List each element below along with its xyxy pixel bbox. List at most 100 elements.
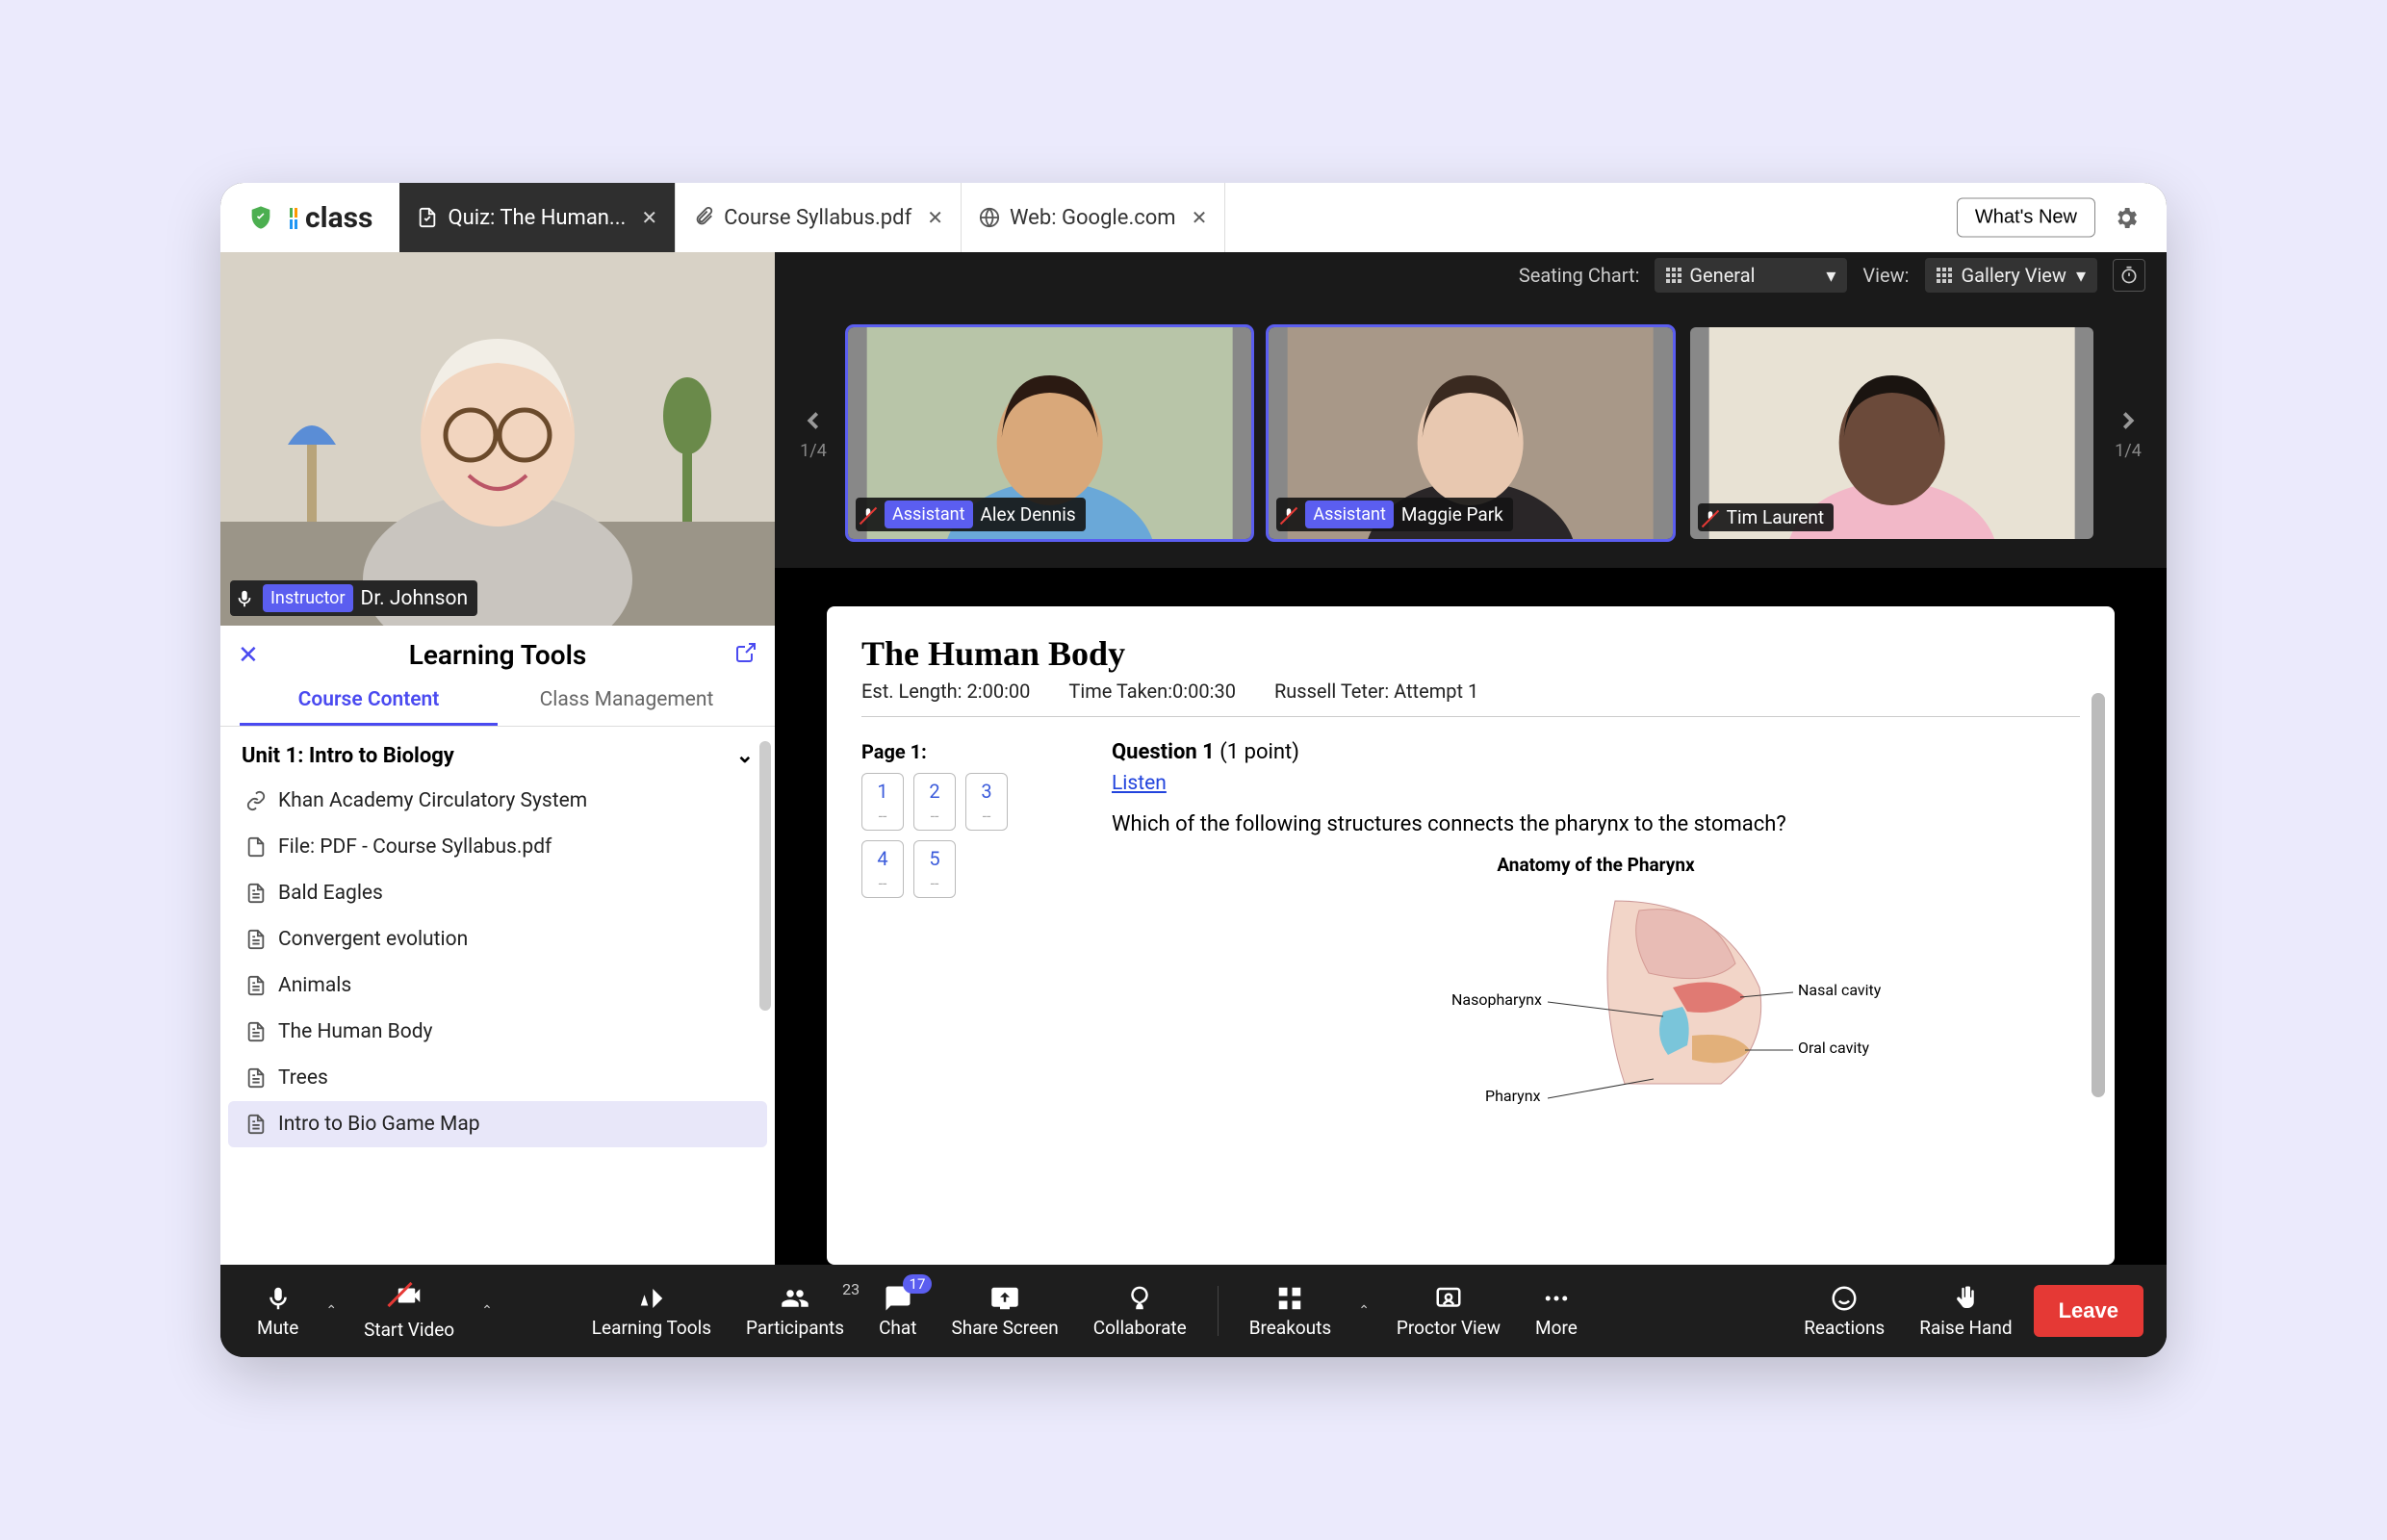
question-title: Question 1 (1 point) [1112,740,2080,764]
quiz-body: Page 1: 1--2--3--4--5-- Question 1 (1 po… [861,740,2080,1113]
question-text: Which of the following structures connec… [1112,812,2080,836]
share-screen-button[interactable]: Share Screen [937,1284,1071,1339]
tab-course-content[interactable]: Course Content [240,677,498,726]
leave-button[interactable]: Leave [2034,1285,2143,1337]
video-tile[interactable]: Assistant Alex Dennis [848,327,1251,539]
view-select[interactable]: Gallery View ▾ [1925,258,2098,293]
participant-name: Alex Dennis [981,503,1076,526]
close-icon[interactable]: ✕ [641,206,657,229]
attempt-info: Russell Teter: Attempt 1 [1274,680,1478,703]
brand-name: class [305,201,372,235]
breakouts-button[interactable]: Breakouts [1236,1284,1345,1339]
shield-icon [247,204,274,231]
content-item[interactable]: Intro to Bio Game Map [228,1101,767,1147]
start-video-button[interactable]: Start Video [350,1281,468,1341]
page-indicator: 1/4 [800,441,827,461]
content-item-label: Intro to Bio Game Map [278,1113,480,1136]
tab-class-management[interactable]: Class Management [498,677,756,726]
chat-button[interactable]: 17 Chat [865,1284,930,1339]
more-label: More [1535,1317,1578,1339]
content-item[interactable]: Bald Eagles [228,870,767,916]
instructor-name-pill: Instructor Dr. Johnson [230,580,477,616]
question-number-button[interactable]: 2-- [913,773,956,831]
anatomy-diagram: Nasopharynx Nasal cavity Oral cavity Pha… [1112,882,2080,1113]
content-item[interactable]: The Human Body [228,1009,767,1055]
question-number-button[interactable]: 4-- [861,840,904,898]
scrollbar[interactable] [759,741,771,1011]
quiz-title: The Human Body [861,633,2080,674]
scrollbar[interactable] [2092,693,2105,1097]
tile-name-pill: Assistant Alex Dennis [856,498,1086,531]
tile-name-pill: AssistantMaggie Park [1276,498,1512,531]
content-item-label: Animals [278,974,351,997]
tab-web[interactable]: Web: Google.com ✕ [962,183,1225,252]
gallery-next[interactable]: 1/4 [2109,406,2147,461]
top-bar: class Quiz: The Human... ✕ Course Syllab… [220,183,2167,252]
close-icon[interactable]: ✕ [238,641,259,670]
learning-tools-button[interactable]: Learning Tools [578,1284,725,1339]
left-column: Instructor Dr. Johnson ✕ Learning Tools … [220,252,775,1265]
more-button[interactable]: More [1522,1284,1591,1339]
content-item-label: File: PDF - Course Syllabus.pdf [278,835,552,859]
label-pharynx: Pharynx [1485,1087,1541,1105]
learning-tools-header: ✕ Learning Tools [220,626,775,677]
gear-icon[interactable] [2113,204,2140,231]
seating-chart-label: Seating Chart: [1519,264,1640,287]
whats-new-button[interactable]: What's New [1957,198,2095,238]
proctor-view-button[interactable]: Proctor View [1383,1284,1514,1339]
gallery-prev[interactable]: 1/4 [794,406,833,461]
main-content: The Human Body Est. Length: 2:00:00 Time… [775,568,2167,1265]
tab-syllabus[interactable]: Course Syllabus.pdf ✕ [676,183,962,252]
bottom-toolbar: Mute ⌃ Start Video ⌃ Learning Tools 23 P… [220,1265,2167,1357]
video-tile[interactable]: Tim Laurent [1690,327,2093,539]
raise-hand-label: Raise Hand [1919,1317,2012,1339]
raise-hand-button[interactable]: Raise Hand [1906,1284,2025,1339]
diagram-title: Anatomy of the Pharynx [1112,854,2080,876]
breakouts-caret[interactable]: ⌃ [1352,1303,1375,1319]
app-window: class Quiz: The Human... ✕ Course Syllab… [220,183,2167,1357]
video-caret[interactable]: ⌃ [475,1303,499,1319]
time-taken-value: 0:00:30 [1172,680,1236,703]
content-item[interactable]: Animals [228,962,767,1009]
participant-name: Maggie Park [1401,503,1503,526]
question-column: Question 1 (1 point) Listen Which of the… [1112,740,2080,1113]
reactions-button[interactable]: Reactions [1790,1284,1898,1339]
popout-icon[interactable] [734,641,757,668]
instructor-video[interactable]: Instructor Dr. Johnson [220,252,775,626]
mute-caret[interactable]: ⌃ [320,1303,343,1319]
label-nasal-cavity: Nasal cavity [1798,981,1882,999]
learning-tools-panel: ✕ Learning Tools Course Content Class Ma… [220,626,775,1265]
page-indicator: 1/4 [2115,441,2142,461]
question-number-button[interactable]: 5-- [913,840,956,898]
content-item[interactable]: Convergent evolution [228,916,767,962]
listen-link[interactable]: Listen [1112,772,1167,795]
quiz-meta: Est. Length: 2:00:00 Time Taken:0:00:30 … [861,680,2080,717]
timer-button[interactable] [2113,259,2145,292]
tab-quiz[interactable]: Quiz: The Human... ✕ [399,183,676,252]
brand-logo: class [288,201,372,235]
seating-chart-select[interactable]: General ▾ [1655,258,1847,293]
content-item-label: Trees [278,1066,328,1090]
content-item[interactable]: Khan Academy Circulatory System [228,778,767,824]
participants-button[interactable]: 23 Participants [732,1284,858,1339]
top-right-controls: What's New [1957,198,2140,238]
participants-count: 23 [842,1280,860,1298]
collaborate-button[interactable]: Collaborate [1080,1284,1200,1339]
seating-chart-value: General [1689,264,1755,287]
proctor-view-label: Proctor View [1397,1317,1501,1339]
question-number-button[interactable]: 3-- [965,773,1008,831]
mute-button[interactable]: Mute [244,1284,312,1339]
question-number-button[interactable]: 1-- [861,773,904,831]
role-badge: Assistant [885,500,973,528]
breakouts-label: Breakouts [1249,1317,1331,1339]
content-item[interactable]: File: PDF - Course Syllabus.pdf [228,824,767,870]
reactions-label: Reactions [1804,1317,1885,1339]
learning-tools-title: Learning Tools [409,639,587,671]
content-item[interactable]: Trees [228,1055,767,1101]
unit-header[interactable]: Unit 1: Intro to Biology ⌄ [220,727,775,778]
close-icon[interactable]: ✕ [1192,206,1208,229]
close-icon[interactable]: ✕ [927,206,943,229]
video-tile[interactable]: AssistantMaggie Park [1269,327,1672,539]
content-item-label: Convergent evolution [278,928,468,951]
chat-label: Chat [879,1317,916,1339]
